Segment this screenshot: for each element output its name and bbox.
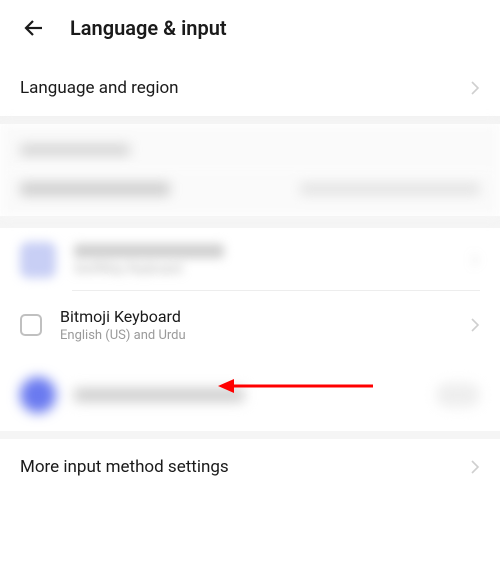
bitmoji-texts: Bitmoji Keyboard English (US) and Urdu xyxy=(60,307,470,343)
more-input-label: More input method settings xyxy=(20,457,229,477)
section-separator xyxy=(0,116,500,124)
swiftkey-keyboard-row: SwiftKey Keyboard xyxy=(0,228,500,290)
section-separator xyxy=(0,216,500,228)
chevron-right-icon xyxy=(470,80,480,96)
blurred-default-keyboard-row xyxy=(0,168,500,216)
keyboard-list: SwiftKey Keyboard Bitmoji Keyboard Engli… xyxy=(0,228,500,431)
blurred-keyboard-row xyxy=(0,359,500,431)
page-title: Language & input xyxy=(70,16,227,40)
section-separator xyxy=(0,431,500,439)
back-icon[interactable] xyxy=(20,14,48,42)
bitmoji-keyboard-row[interactable]: Bitmoji Keyboard English (US) and Urdu xyxy=(0,291,500,359)
chevron-right-icon xyxy=(470,459,480,475)
bitmoji-checkbox[interactable] xyxy=(20,314,42,336)
more-input-settings-row[interactable]: More input method settings xyxy=(0,439,500,495)
blurred-keyboard-icon xyxy=(20,377,56,413)
swiftkey-icon xyxy=(20,242,56,278)
swiftkey-subtitle: SwiftKey Keyboard xyxy=(74,262,470,277)
header-bar: Language & input xyxy=(0,0,500,60)
blurred-toggle xyxy=(436,383,480,407)
chevron-right-icon xyxy=(470,252,480,268)
bitmoji-title: Bitmoji Keyboard xyxy=(60,307,470,326)
bitmoji-subtitle: English (US) and Urdu xyxy=(60,328,470,343)
chevron-right-icon xyxy=(470,317,480,333)
blurred-keyboard-label xyxy=(74,388,244,402)
language-region-label: Language and region xyxy=(20,78,179,98)
language-region-row[interactable]: Language and region xyxy=(0,60,500,116)
blurred-input-section xyxy=(0,124,500,168)
swiftkey-title-blur xyxy=(74,244,224,258)
